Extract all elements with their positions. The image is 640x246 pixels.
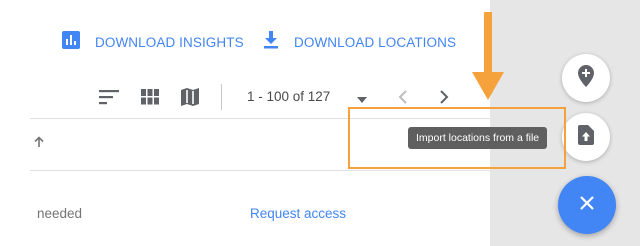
chevron-right-icon[interactable] bbox=[434, 86, 454, 108]
download-locations-button[interactable]: DOWNLOAD LOCATIONS bbox=[263, 30, 456, 54]
close-fab-button[interactable] bbox=[558, 176, 616, 234]
grid-view-icon[interactable] bbox=[137, 84, 163, 110]
toolbar-divider bbox=[221, 84, 222, 110]
caret-down-icon[interactable] bbox=[356, 91, 368, 109]
import-locations-button[interactable] bbox=[562, 113, 610, 161]
close-icon bbox=[578, 194, 596, 217]
table-row-divider bbox=[30, 170, 490, 171]
download-insights-button[interactable]: DOWNLOAD INSIGHTS bbox=[62, 30, 244, 54]
download-insights-label: DOWNLOAD INSIGHTS bbox=[95, 34, 244, 50]
download-icon bbox=[263, 30, 279, 54]
insights-chart-icon bbox=[62, 30, 80, 54]
locations-list-panel: DOWNLOAD INSIGHTS DOWNLOAD LOCATIONS 1 -… bbox=[0, 0, 490, 246]
sort-ascending-arrow-icon[interactable] bbox=[33, 135, 45, 153]
import-tooltip: Import locations from a file bbox=[408, 127, 548, 149]
row-status: needed bbox=[37, 206, 83, 221]
sort-icon[interactable] bbox=[96, 84, 122, 110]
add-location-pin-icon bbox=[578, 64, 594, 92]
request-access-link[interactable]: Request access bbox=[250, 206, 346, 221]
pagination-range: 1 - 100 of 127 bbox=[247, 89, 331, 104]
map-view-icon[interactable] bbox=[177, 84, 203, 110]
table-header-divider bbox=[30, 118, 490, 119]
add-location-button[interactable] bbox=[562, 54, 610, 102]
upload-file-icon bbox=[578, 124, 594, 150]
download-locations-label: DOWNLOAD LOCATIONS bbox=[294, 34, 457, 50]
chevron-left-icon[interactable] bbox=[393, 86, 413, 108]
